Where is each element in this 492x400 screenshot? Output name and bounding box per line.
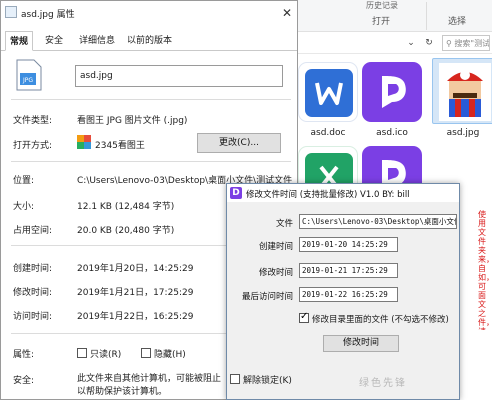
accessed-time-label: 最后访问时间: [241, 292, 293, 302]
size-value: 12.1 KB (12,484 字节): [77, 202, 175, 212]
subfolder-checkbox[interactable]: [299, 311, 309, 323]
ribbon-history-label[interactable]: 历史记录: [366, 0, 398, 11]
tool-titlebar[interactable]: D 修改文件时间 (支持批量修改) V1.0 BY: bill: [227, 184, 459, 202]
size-on-disk-label: 占用空间:: [13, 226, 53, 236]
divider: [11, 161, 291, 162]
refresh-icon[interactable]: ↻: [422, 36, 436, 50]
file-type-label: 文件类型:: [13, 116, 53, 126]
unblock-checkbox[interactable]: [230, 374, 240, 384]
created-value: 2019年1月20日，14:25:29: [77, 264, 194, 274]
properties-tabs: 常规 安全 详细信息 以前的版本: [1, 31, 297, 51]
created-label: 创建时间:: [13, 264, 53, 274]
accessed-time-input[interactable]: 2019-01-22 16:25:29: [299, 287, 398, 302]
accessed-value: 2019年1月22日，16:25:29: [77, 312, 194, 322]
hidden-label[interactable]: 隐藏(H): [154, 347, 186, 360]
attributes-label: 属性:: [13, 350, 35, 360]
file-name-doc[interactable]: asd.doc: [293, 128, 363, 138]
close-icon[interactable]: ✕: [279, 5, 295, 21]
open-with-label: 打开方式:: [13, 141, 53, 151]
file-path-input[interactable]: C:\Users\Lenovo-03\Desktop\桌面小文件: [299, 214, 457, 229]
accessed-label: 访问时间:: [13, 312, 53, 322]
explorer-address-bar: ⌄ ↻ ⚲ 搜索"测试...: [296, 32, 492, 54]
modify-time-button[interactable]: 修改时间: [323, 335, 399, 352]
modified-time-input[interactable]: 2019-01-21 17:25:29: [299, 263, 398, 278]
side-note: 使用文件夹来，自如，可面文之件，请修改所使用: [478, 210, 490, 330]
file-path-label: 文件: [275, 219, 293, 229]
jpg-file-thumbnail[interactable]: [432, 58, 492, 124]
readonly-checkbox[interactable]: [77, 348, 87, 358]
tab-general[interactable]: 常规: [5, 31, 34, 51]
tab-security[interactable]: 安全: [41, 31, 67, 51]
modify-file-time-window: D 修改文件时间 (支持批量修改) V1.0 BY: bill 文件 C:\Us…: [226, 183, 460, 400]
jpg-document-icon: JPG: [15, 59, 43, 91]
filename-value: asd.jpg: [80, 71, 113, 81]
security-text-line2: 以帮助保护该计算机。: [77, 387, 168, 397]
unblock-label[interactable]: 解除锁定(K): [243, 373, 292, 386]
change-button[interactable]: 更改(C)...: [197, 133, 281, 153]
app-logo-icon: D: [230, 187, 242, 199]
size-label: 大小:: [13, 202, 35, 212]
search-icon: ⚲: [446, 39, 452, 48]
open-with-value: 2345看图王: [95, 141, 145, 151]
hidden-checkbox[interactable]: [141, 348, 151, 358]
location-label: 位置:: [13, 176, 35, 186]
svg-text:JPG: JPG: [22, 77, 33, 84]
security-label: 安全:: [13, 376, 35, 386]
properties-titlebar[interactable]: asd.jpg 属性 ✕: [1, 1, 297, 25]
ico-file-icon[interactable]: [362, 62, 422, 122]
ribbon-group-open: 打开: [372, 17, 391, 27]
file-type-value: 看图王 JPG 图片文件 (.jpg): [77, 116, 188, 126]
security-text-line1: 此文件来自其他计算机，可能被阻止: [77, 374, 222, 384]
ribbon-separator: [426, 2, 427, 30]
ribbon-group-select: 选择: [448, 17, 467, 27]
modified-value: 2019年1月21日，17:25:29: [77, 288, 194, 298]
subfolder-label[interactable]: 修改目录里面的文件 (不勾选不修改): [312, 313, 449, 325]
created-time-input[interactable]: 2019-01-20 14:25:29: [299, 237, 398, 252]
image-file-icon: [5, 6, 17, 18]
modified-label: 修改时间:: [13, 288, 53, 298]
app-icon: [77, 135, 91, 149]
explorer-ribbon: 历史记录 打开 选择: [296, 0, 492, 32]
filename-field[interactable]: asd.jpg: [75, 65, 283, 87]
properties-title: asd.jpg 属性: [21, 10, 75, 20]
doc-file-icon[interactable]: [298, 62, 358, 122]
watermark-text: 绿色先锋: [359, 378, 407, 389]
created-time-label: 创建时间: [258, 242, 293, 252]
tab-details[interactable]: 详细信息: [75, 31, 119, 51]
tool-title: 修改文件时间 (支持批量修改) V1.0 BY: bill: [246, 190, 410, 200]
file-name-jpg[interactable]: asd.jpg: [428, 128, 492, 138]
file-name-ico[interactable]: asd.ico: [357, 128, 427, 138]
readonly-label[interactable]: 只读(R): [90, 347, 121, 360]
divider: [11, 99, 291, 100]
tab-previous-versions[interactable]: 以前的版本: [123, 31, 176, 51]
modified-time-label: 修改时间: [258, 268, 293, 278]
chevron-down-icon[interactable]: ⌄: [404, 36, 418, 50]
search-input[interactable]: ⚲ 搜索"测试...: [442, 35, 490, 51]
size-on-disk-value: 20.0 KB (20,480 字节): [77, 226, 175, 236]
